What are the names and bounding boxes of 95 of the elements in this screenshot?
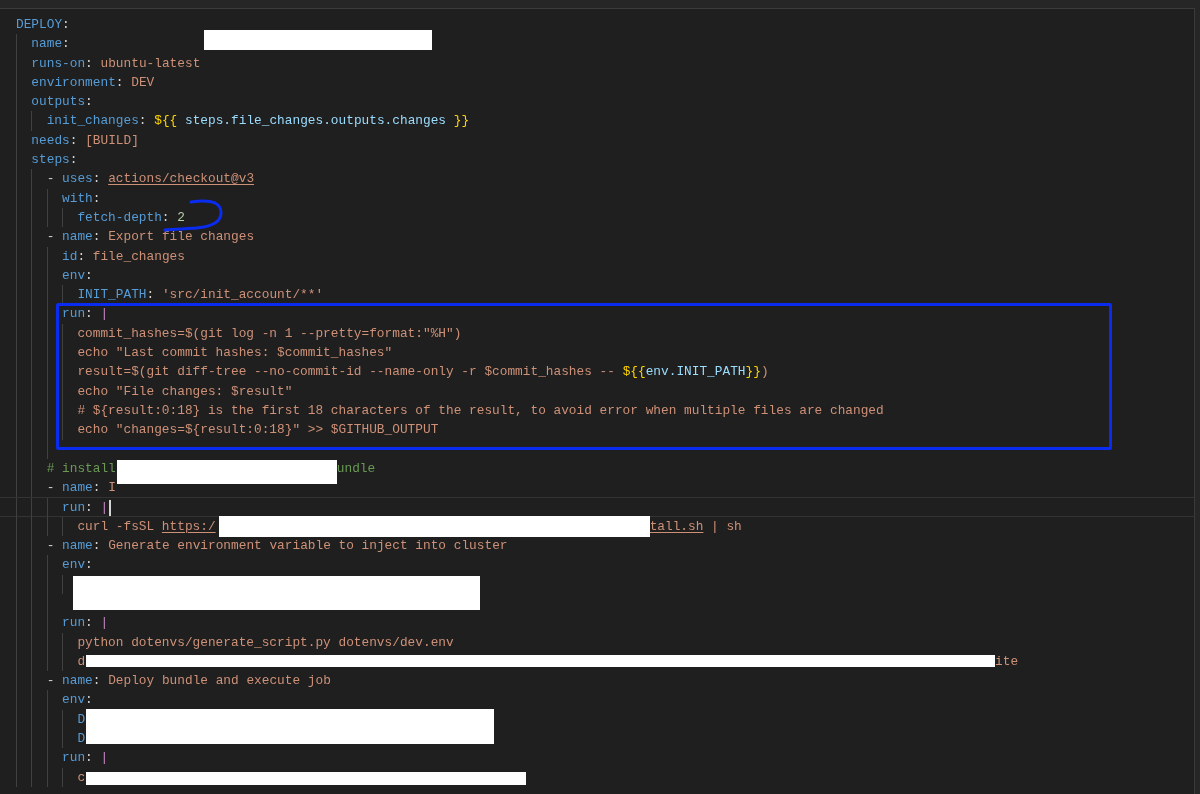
code-token: undle	[336, 460, 376, 476]
code-token: -	[46, 171, 55, 187]
code-token: echo "File changes: $result"	[77, 383, 293, 399]
code-token: }}	[745, 364, 761, 380]
code-token: Generate environment variable to inject into cluster	[108, 538, 508, 553]
code-token: # install	[46, 460, 116, 476]
code-token: :	[85, 94, 93, 110]
code-token: :	[85, 557, 93, 573]
code-token: :	[146, 287, 155, 303]
code-token: -	[46, 538, 55, 553]
code-token: run	[62, 306, 86, 322]
code-token: ${{	[154, 113, 178, 129]
code-token: :	[161, 209, 170, 225]
code-token: uses	[62, 171, 93, 187]
code-token: env.INIT_PATH	[645, 364, 746, 380]
code-token: name	[62, 229, 93, 245]
code-token: -	[46, 673, 55, 689]
code-token: name	[62, 538, 93, 553]
code-token: needs	[31, 132, 70, 148]
code-token: 2	[177, 209, 185, 225]
code-token: outputs	[31, 94, 86, 110]
code-token: -	[46, 480, 55, 496]
code-token: :	[85, 306, 93, 322]
code-token: :	[85, 55, 93, 71]
code-token: Deploy bundle and execute job	[108, 673, 331, 689]
code-token: :	[85, 750, 93, 766]
code-token: :	[62, 17, 70, 32]
code-token: # ${result:0:18} is the first 18 characters of the result, to avoid error when multiple files are changed	[77, 402, 884, 418]
code-token: ubuntu-latest	[100, 55, 201, 71]
code-token: -	[46, 229, 55, 245]
code-token: :	[69, 132, 78, 148]
code-token: ${{	[622, 364, 646, 380]
code-token: |	[100, 615, 109, 631]
code-token: commit_hashes=$(git log -n 1 --pretty=format:"%H")	[77, 325, 462, 341]
code-link[interactable]: https:/	[161, 518, 216, 534]
code-token: :	[92, 171, 101, 187]
code-token: D	[77, 731, 86, 746]
code-token: Export file changes	[108, 229, 255, 245]
code-token: steps.file_changes.outputs.changes	[184, 113, 447, 129]
code-token: run	[62, 750, 86, 766]
code-token: c	[77, 769, 86, 785]
code-token: }}	[453, 113, 470, 129]
code-token: :	[69, 152, 78, 168]
code-token: :	[62, 36, 70, 52]
code-token: steps	[31, 152, 70, 168]
code-token: fetch-depth	[77, 209, 162, 225]
code-token: run	[62, 615, 86, 631]
code-token: init_changes	[46, 113, 139, 129]
code-token: :	[92, 673, 101, 689]
code-token: d	[77, 653, 86, 669]
code-token: DEV	[131, 74, 155, 90]
annotation-curve	[163, 197, 225, 233]
code-token: :	[85, 615, 93, 631]
code-token: runs-on	[31, 55, 86, 71]
code-token: curl -fsSL	[77, 518, 155, 534]
code-token: :	[85, 692, 93, 708]
code-token: )	[760, 364, 769, 380]
code-link[interactable]: tall.sh	[649, 518, 704, 534]
code-token: :	[92, 480, 101, 496]
code-token: env	[62, 267, 86, 283]
code-token: :	[92, 538, 101, 553]
code-token: env	[62, 557, 86, 573]
code-token: file_changes	[92, 248, 185, 264]
code-token: result=$(git diff-tree --no-commit-id --name-only -r $commit_hashes --	[77, 364, 615, 380]
code-token: [BUILD]	[85, 132, 139, 148]
code-token: with	[62, 190, 93, 206]
code-token: run	[62, 500, 86, 516]
code-token: :	[92, 229, 101, 245]
code-token: |	[100, 750, 109, 766]
code-token: :	[77, 248, 86, 264]
code-token: D	[77, 711, 86, 727]
code-token: :	[85, 500, 93, 516]
code-token: :	[92, 190, 101, 206]
text-cursor	[109, 500, 112, 517]
code-token: :	[85, 267, 93, 283]
code-token: | sh	[711, 518, 742, 534]
code-token: name	[62, 673, 93, 689]
code-token: I	[108, 480, 116, 496]
code-token: python dotenvs/generate_script.py dotenvs/dev.env	[77, 634, 454, 650]
code-token: env	[62, 692, 86, 708]
code-token: DEPLOY	[16, 17, 63, 32]
code-token: echo "changes=${result:0:18}" >> $GITHUB_OUTPUT	[77, 422, 439, 438]
code-token: 'src/init_account/**'	[161, 287, 324, 303]
code-token: |	[100, 500, 109, 516]
code-token: environment	[31, 74, 116, 90]
code-token: |	[100, 306, 109, 322]
code-token: :	[115, 74, 124, 90]
code-token: ite	[995, 653, 1019, 669]
code-link[interactable]: actions/checkout@v3	[108, 171, 255, 187]
code-token: name	[31, 36, 63, 52]
code-token: INIT_PATH	[77, 287, 147, 303]
code-token: name	[62, 480, 93, 496]
code-token: echo "Last commit hashes: $commit_hashes"	[77, 345, 393, 361]
code-token: :	[138, 113, 147, 129]
code-token: id	[62, 248, 78, 264]
